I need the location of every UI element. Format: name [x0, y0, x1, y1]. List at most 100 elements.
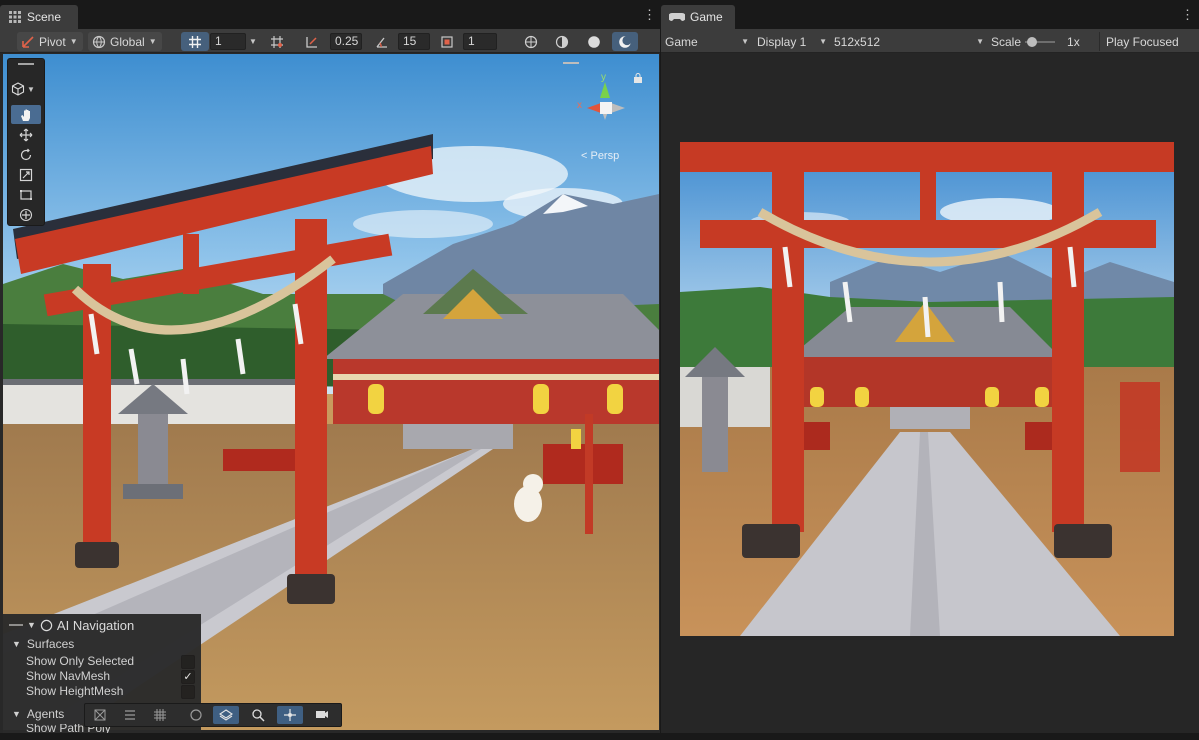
scale-slider[interactable]	[1025, 36, 1056, 47]
increment-snap-field[interactable]: 0.25	[330, 33, 362, 50]
scene-overlay-toolbar	[84, 703, 342, 727]
lighting-mode-icon[interactable]	[612, 32, 638, 51]
show-heightmesh-checkbox[interactable]	[181, 685, 195, 699]
resolution-dropdown[interactable]: 512x512 ▼	[834, 32, 984, 51]
pivot-dropdown[interactable]: Pivot ▼	[17, 32, 83, 51]
camera-icon	[316, 711, 328, 718]
navmesh-modifier-button[interactable]	[117, 706, 143, 724]
chevron-down-icon: ▼	[976, 37, 984, 46]
tab-game[interactable]: Game	[661, 5, 735, 29]
obstacle-button[interactable]	[183, 706, 209, 724]
surfaces-label: Surfaces	[26, 637, 75, 651]
surface-layer-button[interactable]	[213, 706, 239, 724]
increment-snap-icon[interactable]	[305, 32, 327, 51]
navigation-compass-icon	[40, 619, 53, 631]
game-tabbar: Game ⋮	[661, 0, 1199, 29]
mesh-grid-icon	[154, 709, 166, 721]
shaded-mode-icon[interactable]	[583, 32, 605, 51]
scene-toolbar: Pivot ▼ Global ▼ 1 ▼ 0.25 15 1	[0, 29, 660, 53]
cube-icon	[11, 82, 25, 96]
option-label: Show HeightMesh	[26, 684, 124, 698]
option-show-only-selected[interactable]: Show Only Selected	[3, 654, 201, 670]
shaded-wireframe-icon[interactable]	[551, 32, 573, 51]
pivot-icon	[22, 35, 34, 48]
rect-tool[interactable]	[11, 185, 41, 204]
transform-icon	[19, 208, 33, 221]
tab-scene[interactable]: Scene	[0, 5, 78, 29]
overlay-drag-handle[interactable]	[9, 624, 23, 626]
gizmo-x-label: x	[577, 100, 582, 111]
angle-snap-icon[interactable]	[375, 32, 395, 51]
snap-icon[interactable]	[270, 32, 290, 51]
angle-snap-field[interactable]: 15	[398, 33, 430, 50]
hand-icon	[21, 109, 30, 121]
global-label: Global	[110, 34, 145, 49]
grid-snap-toggle[interactable]	[181, 32, 209, 51]
gamepad-icon	[669, 13, 685, 21]
game-view-area	[661, 53, 1199, 733]
scene-grid-icon	[9, 11, 21, 23]
search-icon	[252, 709, 265, 722]
layers-icon	[219, 709, 233, 721]
nav-links-button[interactable]	[277, 706, 303, 724]
game-viewport[interactable]	[680, 142, 1174, 636]
foldout-triangle-icon: ▼	[12, 709, 21, 719]
wireframe-mode-icon[interactable]	[520, 32, 542, 51]
agents-label: Agents	[26, 707, 65, 721]
gizmo-drag-handle[interactable]	[563, 62, 579, 64]
grid-size-field[interactable]: 1	[210, 33, 246, 50]
gizmo-y-label: y	[601, 72, 606, 83]
display-dropdown[interactable]: Display 1 ▼	[757, 32, 827, 51]
chevron-down-icon: ▼	[741, 37, 749, 46]
tool-palette: ▼	[7, 58, 45, 226]
foldout-triangle-icon: ▼	[12, 639, 21, 649]
hand-tool[interactable]	[11, 105, 41, 124]
game-mode-dropdown[interactable]: Game ▼	[665, 32, 749, 51]
chevron-down-icon: ▼	[27, 84, 35, 94]
navmesh-grid-button[interactable]	[147, 706, 173, 724]
show-only-selected-checkbox[interactable]	[181, 655, 195, 669]
navmesh-icon	[94, 709, 106, 721]
view-tool-dropdown[interactable]: ▼	[11, 81, 35, 97]
option-show-heightmesh[interactable]: Show HeightMesh	[3, 684, 201, 700]
chevron-down-icon: ▼	[148, 37, 157, 46]
camera-preview-button[interactable]	[309, 706, 335, 724]
tab-scene-label: Scene	[27, 10, 62, 24]
surfaces-foldout[interactable]: ▼ Surfaces	[3, 636, 201, 652]
game-render	[680, 142, 1174, 636]
game-panel: Game ⋮ Game ▼ Display 1 ▼ 512x512 ▼ Scal…	[661, 0, 1199, 740]
navmesh-surface-button[interactable]	[87, 706, 113, 724]
move-tool[interactable]	[11, 125, 41, 144]
scale-icon	[19, 168, 33, 181]
game-menu-icon[interactable]: ⋮	[1181, 8, 1194, 22]
option-label: Show NavMesh	[26, 669, 111, 683]
tab-game-label: Game	[690, 10, 723, 24]
globe-icon	[92, 35, 106, 48]
global-dropdown[interactable]: Global ▼	[88, 32, 162, 51]
scale-slider-thumb[interactable]	[1027, 36, 1038, 47]
ai-navigation-title: AI Navigation	[56, 617, 135, 633]
projection-label[interactable]: < Persp	[581, 150, 619, 162]
show-navmesh-checkbox[interactable]: ✓	[181, 670, 195, 684]
scale-snap-field[interactable]: 1	[463, 33, 497, 50]
play-focused-label: Play Focused	[1106, 34, 1179, 49]
rotate-icon	[20, 148, 32, 160]
resolution-label: 512x512	[834, 34, 881, 49]
rotate-tool[interactable]	[11, 145, 41, 164]
palette-drag-handle[interactable]	[18, 63, 34, 65]
play-focused-dropdown[interactable]: Play Focused	[1099, 32, 1195, 51]
scene-panel: Scene ⋮ Pivot ▼ Global ▼ 1 ▼ 0.25 15 1 y…	[0, 0, 660, 740]
move-icon	[19, 128, 33, 141]
collapse-triangle-icon[interactable]: ▼	[27, 620, 36, 630]
option-show-navmesh[interactable]: Show NavMesh ✓	[3, 669, 201, 685]
transform-tool[interactable]	[11, 205, 41, 224]
grid-dropdown-chevron-icon[interactable]: ▼	[249, 32, 261, 51]
scale-snap-icon[interactable]	[440, 32, 460, 51]
bottom-tab-strip	[0, 733, 1199, 740]
orientation-gizmo[interactable]: y x	[575, 72, 635, 142]
inspect-button[interactable]	[245, 706, 271, 724]
grid-icon	[189, 35, 201, 48]
ai-navigation-header[interactable]: ▼ AI Navigation	[3, 616, 201, 634]
scale-tool[interactable]	[11, 165, 41, 184]
scene-menu-icon[interactable]: ⋮	[643, 8, 656, 22]
